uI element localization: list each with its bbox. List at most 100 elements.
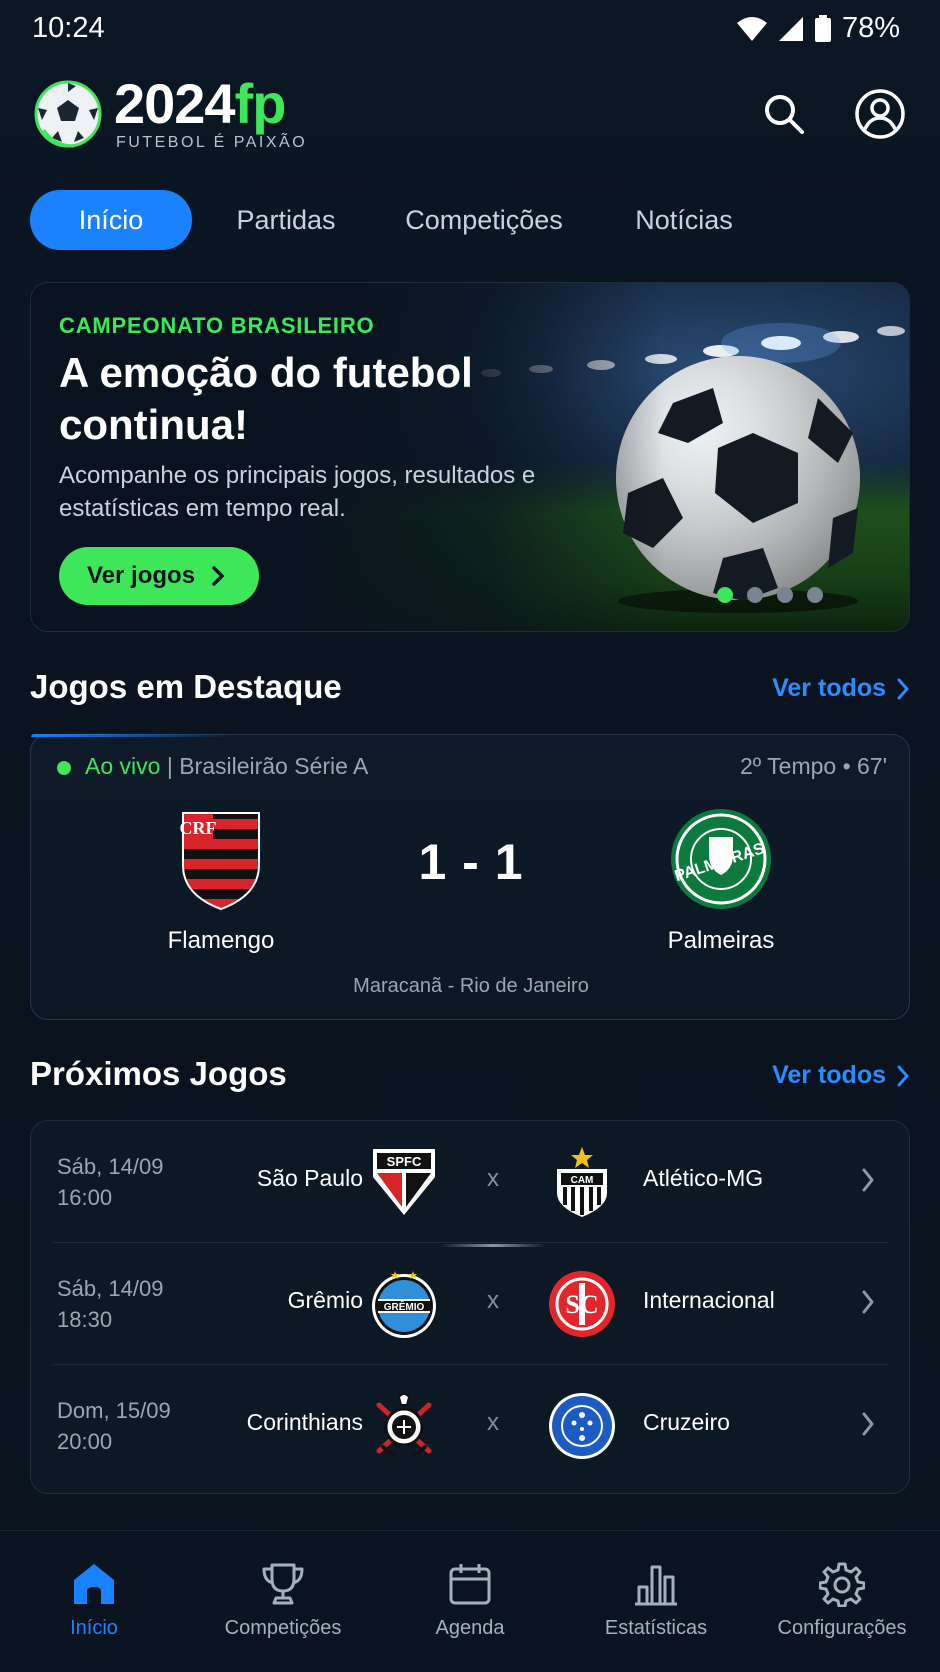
see-games-label: Ver jogos	[87, 562, 196, 589]
carousel-dots	[717, 587, 823, 603]
tab-bar: Início Partidas Competições Notícias	[30, 190, 910, 250]
status-time: 10:24	[32, 12, 105, 44]
match-date: Sáb, 14/09	[57, 1154, 164, 1179]
atletico-mg-crest-icon: CAM	[557, 1147, 607, 1217]
hero-banner[interactable]: CAMPEONATO BRASILEIRO A emoção do futebo…	[30, 282, 910, 632]
match-time: 2º Tempo • 67'	[739, 753, 887, 779]
nav-label: Configurações	[777, 1617, 907, 1639]
palmeiras-crest-icon: PALMEIRAS	[671, 809, 771, 909]
wifi-icon	[736, 16, 767, 41]
nav-label: Agenda	[435, 1617, 505, 1639]
match-datetime: Sáb, 14/09 16:00	[57, 1151, 163, 1213]
tab-noticias[interactable]: Notícias	[610, 190, 758, 250]
carousel-dot[interactable]	[747, 587, 763, 603]
carousel-dot[interactable]	[777, 587, 793, 603]
match-time: 20:00	[57, 1429, 113, 1454]
home-team-name: Grêmio	[287, 1287, 363, 1313]
match-datetime: Dom, 15/09 20:00	[57, 1395, 171, 1457]
versus-label: x	[487, 1165, 499, 1192]
match-date: Sáb, 14/09	[57, 1276, 164, 1301]
cruzeiro-crest-icon	[549, 1393, 615, 1459]
nav-item-estatisticas[interactable]: Estatísticas	[568, 1561, 744, 1640]
upcoming-section-title: Próximos Jogos	[30, 1055, 287, 1092]
app-logo: 2024fp	[114, 72, 287, 136]
versus-label: x	[487, 1287, 499, 1314]
hero-title: A emoção do futebol continua!	[59, 349, 473, 448]
flamengo-crest-icon: CRF	[180, 812, 260, 911]
carousel-dot[interactable]	[807, 587, 823, 603]
app-screen: 10:24 78% 2024fp FUTEBOL É PAIXÃO Início…	[0, 0, 940, 1672]
chevron-right-icon	[212, 566, 224, 586]
versus-label: x	[487, 1409, 499, 1436]
live-indicator-dot	[57, 761, 71, 775]
away-team-name: Internacional	[643, 1287, 775, 1313]
logo-accent: fp	[234, 72, 287, 135]
match-date: Dom, 15/09	[57, 1398, 171, 1423]
calendar-icon	[449, 1564, 491, 1605]
home-team-name: Flamengo	[167, 927, 275, 954]
chevron-right-icon	[862, 1290, 874, 1314]
scroll-indicator	[440, 1244, 546, 1247]
upcoming-match-row[interactable]: Sáb, 14/09 18:30 Grêmio GRÊMIO x SC Inter…	[31, 1243, 911, 1365]
featured-see-all-link[interactable]: Ver todos	[772, 674, 910, 703]
nav-item-agenda[interactable]: Agenda	[382, 1561, 558, 1640]
chevron-right-icon	[897, 1065, 909, 1086]
logo-main: 2024	[114, 72, 236, 135]
status-bar: 10:24 78%	[0, 0, 940, 56]
nav-item-configuracoes[interactable]: Configurações	[754, 1561, 930, 1640]
away-team-name: Palmeiras	[667, 927, 775, 954]
carousel-dot[interactable]	[717, 587, 733, 603]
upcoming-match-row[interactable]: Sáb, 14/09 16:00 São Paulo SPFC x CAM Atl…	[31, 1121, 911, 1243]
card-highlight	[31, 734, 231, 737]
live-competition-row: Ao vivo | Brasileirão Série A	[85, 753, 368, 780]
featured-match-card[interactable]: Ao vivo | Brasileirão Série A 2º Tempo •…	[30, 734, 910, 1020]
match-datetime: Sáb, 14/09 18:30	[57, 1273, 163, 1335]
tab-partidas[interactable]: Partidas	[212, 190, 360, 250]
search-icon[interactable]	[760, 90, 808, 138]
profile-icon[interactable]	[854, 88, 906, 140]
home-icon	[74, 1564, 114, 1604]
battery-icon	[814, 14, 831, 42]
upcoming-matches-list: Sáb, 14/09 16:00 São Paulo SPFC x CAM Atl…	[30, 1120, 910, 1494]
bottom-nav: Início Competições Agenda Estatísticas C…	[0, 1530, 940, 1672]
away-team-name: Atlético-MG	[643, 1165, 764, 1191]
see-all-label: Ver todos	[772, 674, 886, 702]
svg-text:GRÊMIO: GRÊMIO	[384, 1300, 425, 1313]
chevron-right-icon	[862, 1168, 874, 1192]
svg-text:SPFC: SPFC	[387, 1154, 422, 1169]
corinthians-crest-icon	[376, 1393, 432, 1457]
nav-label: Estatísticas	[604, 1617, 708, 1639]
tab-inicio[interactable]: Início	[30, 190, 192, 250]
away-team-name: Cruzeiro	[643, 1409, 730, 1435]
hero-subtitle: Acompanhe os principais jogos, resultado…	[59, 462, 536, 522]
internacional-crest-icon: SC	[549, 1271, 615, 1337]
see-all-label: Ver todos	[772, 1061, 886, 1089]
home-team-name: São Paulo	[256, 1165, 363, 1191]
home-team-name: Corinthians	[246, 1409, 363, 1435]
nav-item-inicio[interactable]: Início	[6, 1561, 182, 1640]
bar-chart-icon	[635, 1565, 677, 1606]
upcoming-see-all-link[interactable]: Ver todos	[772, 1061, 910, 1090]
gear-icon	[819, 1562, 865, 1607]
svg-text:CAM: CAM	[571, 1175, 594, 1186]
upcoming-match-row[interactable]: Dom, 15/09 20:00 Corinthians x Cruzeiro	[31, 1365, 911, 1487]
sao-paulo-crest-icon: SPFC	[373, 1149, 435, 1215]
see-games-button[interactable]: Ver jogos	[59, 547, 259, 605]
chevron-right-icon	[897, 678, 909, 699]
battery-percent: 78%	[841, 12, 900, 44]
nav-item-competicoes[interactable]: Competições	[195, 1561, 371, 1640]
featured-section-title: Jogos em Destaque	[30, 668, 342, 705]
tab-competicoes[interactable]: Competições	[390, 190, 578, 250]
nav-label: Início	[70, 1617, 118, 1639]
match-venue: Maracanã - Rio de Janeiro	[353, 975, 589, 997]
hero-kicker: CAMPEONATO BRASILEIRO	[59, 313, 375, 338]
svg-text:CRF: CRF	[180, 818, 217, 838]
match-time: 18:30	[57, 1307, 113, 1332]
match-score: 1 - 1	[418, 834, 524, 890]
status-icons: 78%	[736, 12, 900, 45]
nav-label: Competições	[224, 1617, 342, 1639]
logo-ball-icon	[34, 80, 102, 148]
gremio-crest-icon: GRÊMIO	[372, 1271, 436, 1338]
match-time: 16:00	[57, 1185, 113, 1210]
trophy-icon	[262, 1563, 304, 1605]
